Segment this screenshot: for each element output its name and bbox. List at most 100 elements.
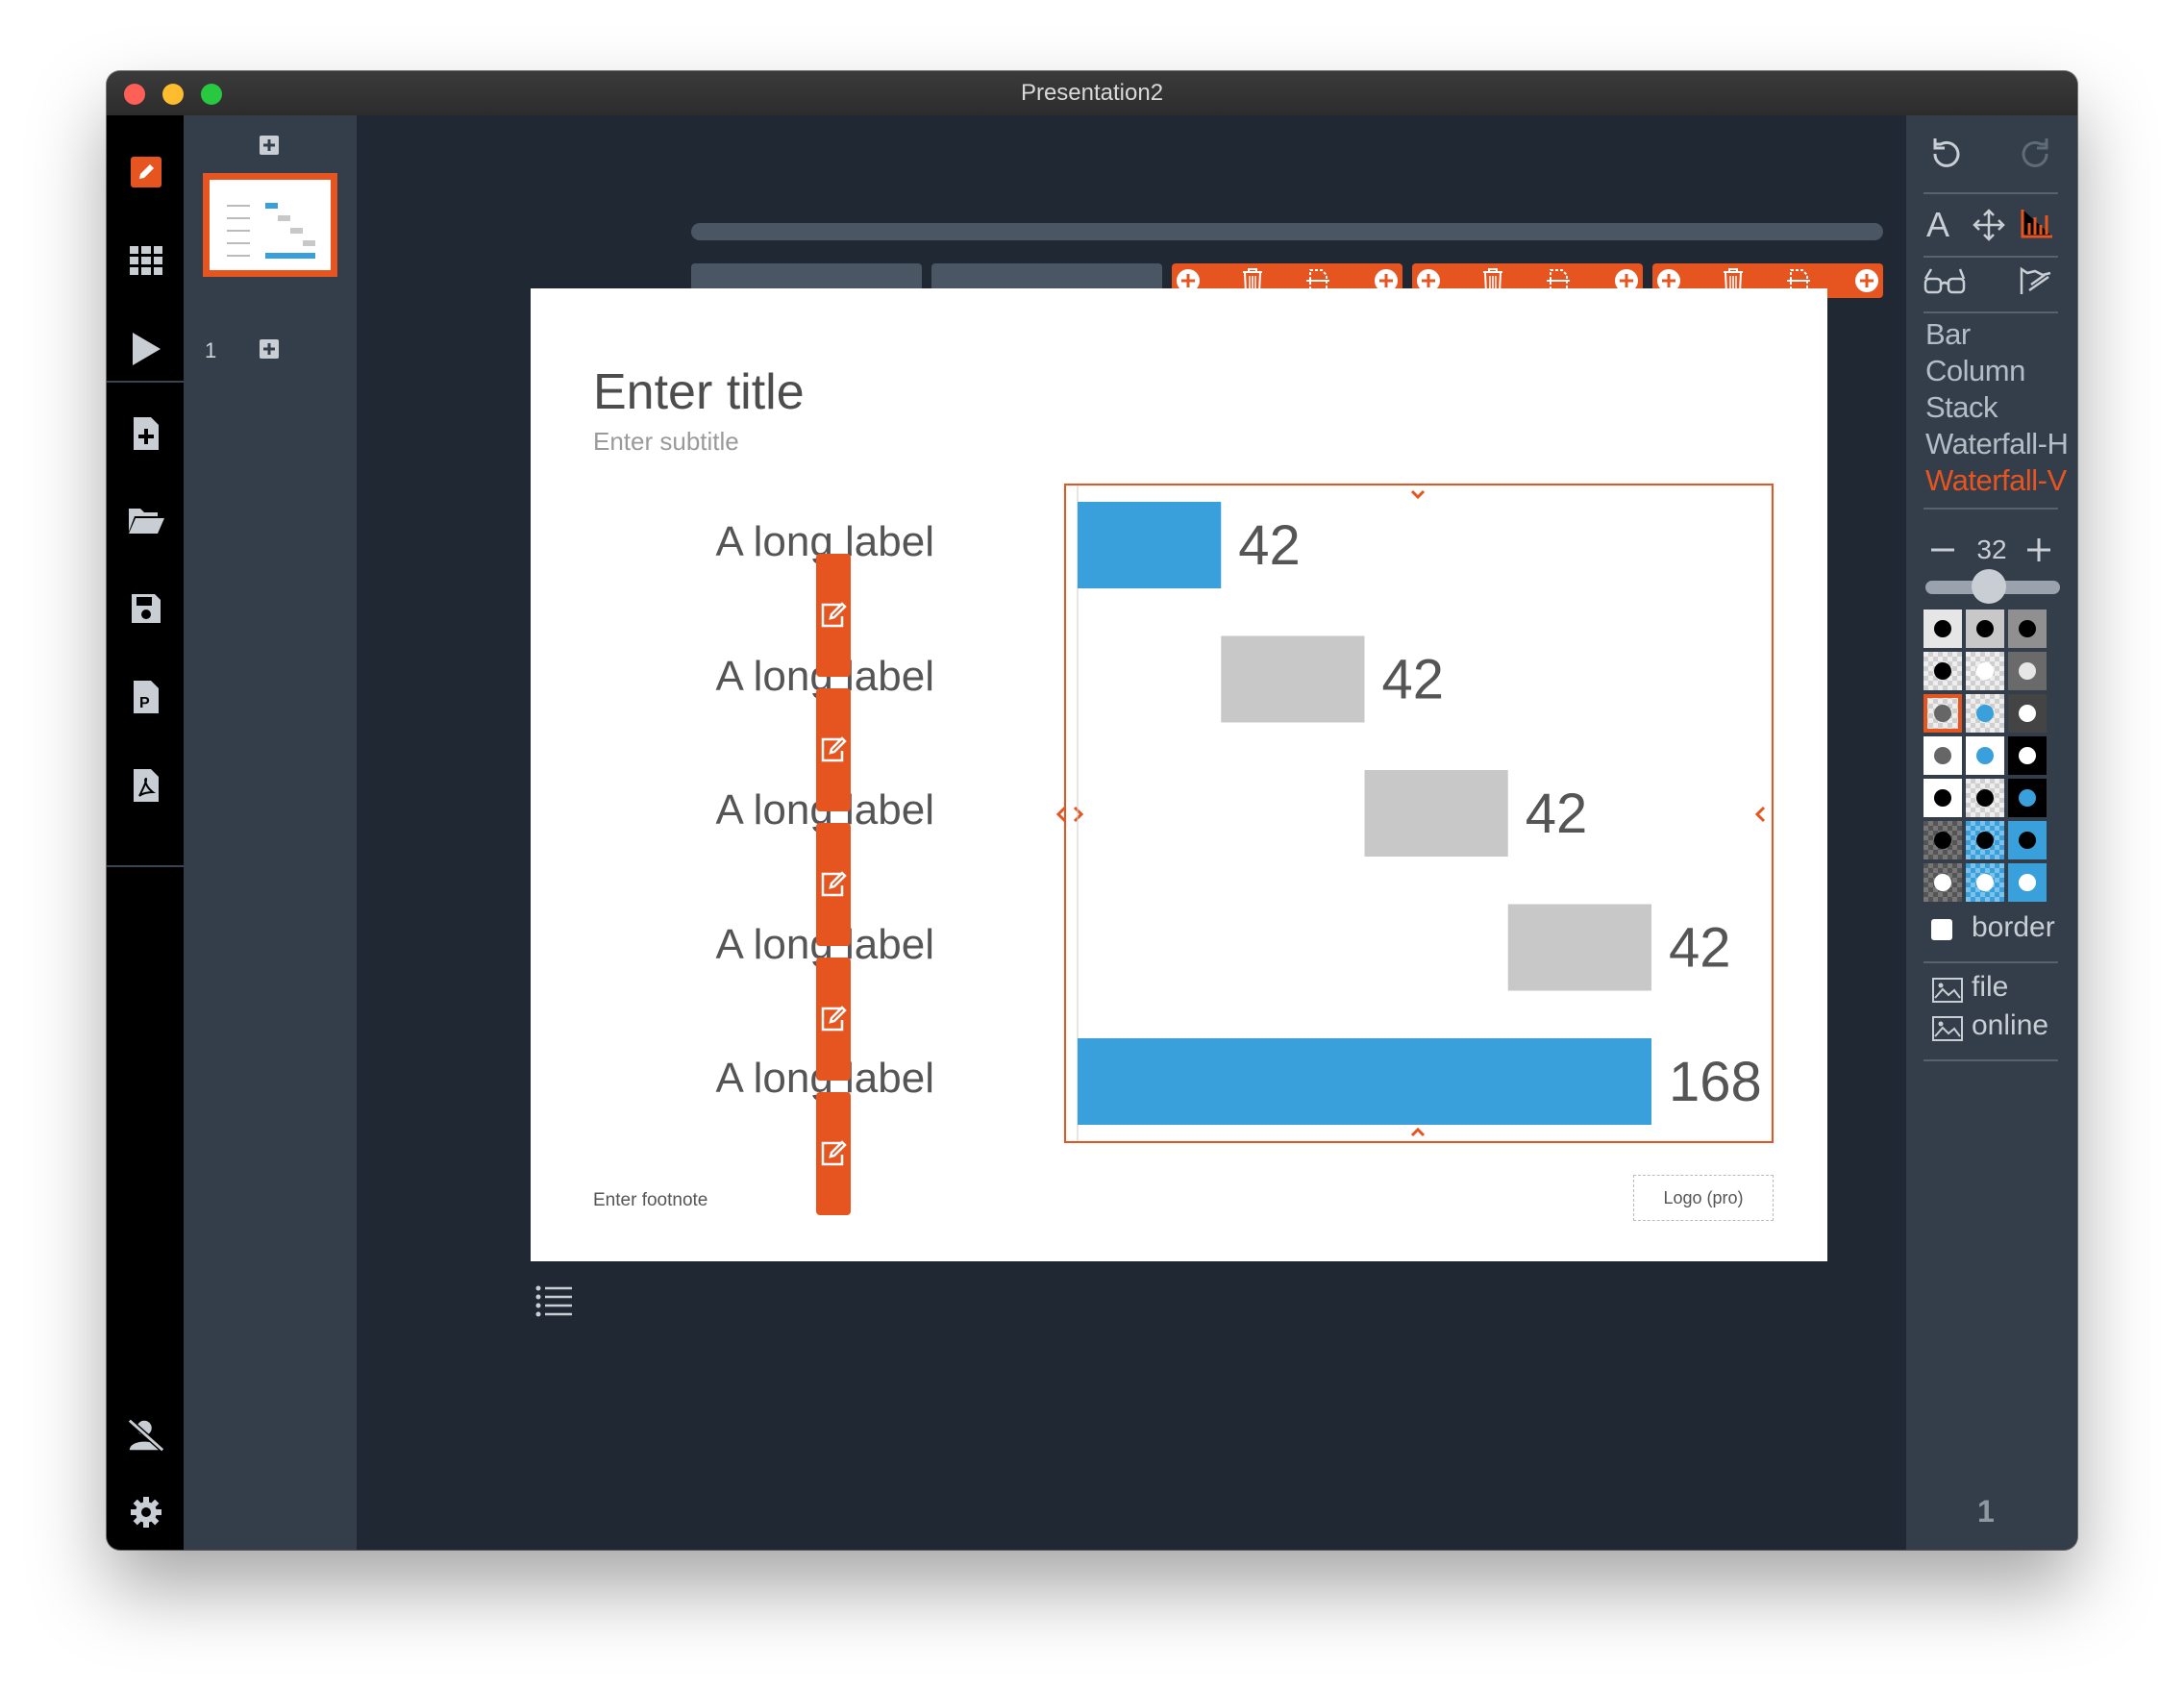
user-off-icon <box>127 1418 165 1453</box>
color-swatch[interactable] <box>1966 736 2004 775</box>
edit-row-button[interactable] <box>816 554 851 677</box>
chart-bar[interactable] <box>1364 770 1508 857</box>
category-label: A long label <box>715 652 934 700</box>
undo-icon[interactable] <box>1925 135 1964 173</box>
color-swatch[interactable] <box>1966 821 2004 859</box>
chart-bar[interactable] <box>1507 904 1651 991</box>
glasses-icon[interactable] <box>1923 265 1968 298</box>
image-icon[interactable] <box>1931 1015 1964 1042</box>
chart-bar[interactable] <box>1078 1038 1651 1125</box>
edit-mode-button[interactable] <box>126 152 166 192</box>
footnote[interactable]: Enter footnote <box>593 1190 707 1211</box>
color-swatch[interactable] <box>1966 779 2004 817</box>
color-swatch[interactable] <box>2008 779 2047 817</box>
slide-thumbnails-panel: 1 <box>184 115 357 1550</box>
pdf-file-icon <box>134 769 159 802</box>
chart-type-column[interactable]: Column <box>1925 354 2025 388</box>
chart-type-stack[interactable]: Stack <box>1925 390 1998 425</box>
edit-icon <box>821 871 847 897</box>
color-swatch[interactable] <box>2008 652 2047 690</box>
color-swatch[interactable] <box>2008 736 2047 775</box>
export-pdf-button[interactable] <box>126 765 166 806</box>
waterfall-chart[interactable]: 42 42 42 42 168 <box>1066 485 1772 1141</box>
slide-title[interactable]: Enter title <box>593 363 805 421</box>
chart-bar[interactable] <box>1221 635 1365 723</box>
move-icon[interactable] <box>1972 208 2006 242</box>
play-icon <box>133 333 161 365</box>
chart-type-bar[interactable]: Bar <box>1925 317 1971 352</box>
svg-text:P: P <box>139 695 150 711</box>
color-swatch[interactable] <box>1923 779 1962 817</box>
settings-button[interactable] <box>126 1492 166 1532</box>
save-icon <box>132 594 161 623</box>
gear-icon <box>131 1497 161 1528</box>
color-swatch[interactable] <box>1966 863 2004 902</box>
panel-divider <box>1923 256 2058 258</box>
file-plus-icon <box>134 417 159 450</box>
nav-divider <box>107 381 184 383</box>
edit-icon <box>821 1006 847 1032</box>
export-pptx-button[interactable]: P <box>126 677 166 717</box>
color-swatch[interactable] <box>2008 610 2047 648</box>
color-swatch-selected[interactable] <box>1923 694 1962 733</box>
chart-bar[interactable] <box>1078 502 1222 588</box>
edit-row-button[interactable] <box>816 823 851 946</box>
border-checkbox[interactable] <box>1931 919 1952 940</box>
slide-number: 1 <box>205 338 217 362</box>
svg-text:A: A <box>1926 205 1949 242</box>
color-swatch[interactable] <box>1923 610 1962 648</box>
new-file-button[interactable] <box>126 413 166 454</box>
chart-type-waterfall-h[interactable]: Waterfall-H <box>1925 427 2069 461</box>
thumbnail-preview <box>227 203 315 259</box>
slide-thumbnail[interactable] <box>203 173 337 277</box>
plus-icon[interactable] <box>2025 536 2052 563</box>
color-swatch[interactable] <box>2008 694 2047 733</box>
data-label: 42 <box>1238 514 1301 577</box>
save-button[interactable] <box>126 588 166 629</box>
list-view-icon[interactable] <box>535 1284 574 1317</box>
color-swatch[interactable] <box>2008 821 2047 859</box>
color-swatch[interactable] <box>2008 863 2047 902</box>
color-swatch[interactable] <box>1923 821 1962 859</box>
color-swatch[interactable] <box>1923 652 1962 690</box>
play-button[interactable] <box>126 329 166 369</box>
chart-type-waterfall-v[interactable]: Waterfall-V <box>1925 463 2067 498</box>
grid-icon <box>130 246 162 275</box>
grid-view-button[interactable] <box>126 240 166 281</box>
border-label: border <box>1972 911 2055 943</box>
title-bar: Presentation2 <box>107 71 2077 116</box>
color-swatch[interactable] <box>1923 736 1962 775</box>
redo-icon[interactable] <box>2018 135 2056 173</box>
insert-image-file-label[interactable]: file <box>1972 971 2008 1004</box>
chart-type-icon[interactable] <box>2020 208 2054 238</box>
add-column-right-icon[interactable] <box>1854 268 1879 293</box>
color-swatch[interactable] <box>1923 863 1962 902</box>
add-slide-below-icon[interactable] <box>259 338 280 360</box>
logo-placeholder[interactable]: Logo (pro) <box>1633 1175 1774 1221</box>
pencil-icon <box>131 157 161 187</box>
insert-image-online-label[interactable]: online <box>1972 1009 2048 1042</box>
open-folder-button[interactable] <box>126 500 166 540</box>
color-swatch[interactable] <box>1966 694 2004 733</box>
column-scrollbar[interactable] <box>691 223 1883 240</box>
window-title: Presentation2 <box>1020 80 1164 106</box>
data-label: 168 <box>1669 1051 1762 1113</box>
minus-icon[interactable] <box>1929 536 1956 563</box>
image-icon[interactable] <box>1931 977 1964 1004</box>
size-slider-thumb[interactable] <box>1972 569 2006 604</box>
edit-icon <box>821 736 847 762</box>
edit-row-button[interactable] <box>816 1092 851 1215</box>
nav-divider <box>107 865 184 867</box>
color-swatch[interactable] <box>1966 652 2004 690</box>
brush-icon[interactable] <box>2016 265 2054 298</box>
folder-open-icon <box>129 509 164 534</box>
color-swatch[interactable] <box>1966 610 2004 648</box>
font-icon[interactable]: A <box>1923 204 1956 242</box>
edit-row-button[interactable] <box>816 688 851 811</box>
account-button[interactable] <box>126 1415 166 1456</box>
data-label: 42 <box>1669 917 1731 980</box>
edit-row-button[interactable] <box>816 958 851 1081</box>
panel-divider <box>1923 311 2058 313</box>
add-slide-above-icon[interactable] <box>259 135 280 156</box>
slide-subtitle[interactable]: Enter subtitle <box>593 427 739 457</box>
